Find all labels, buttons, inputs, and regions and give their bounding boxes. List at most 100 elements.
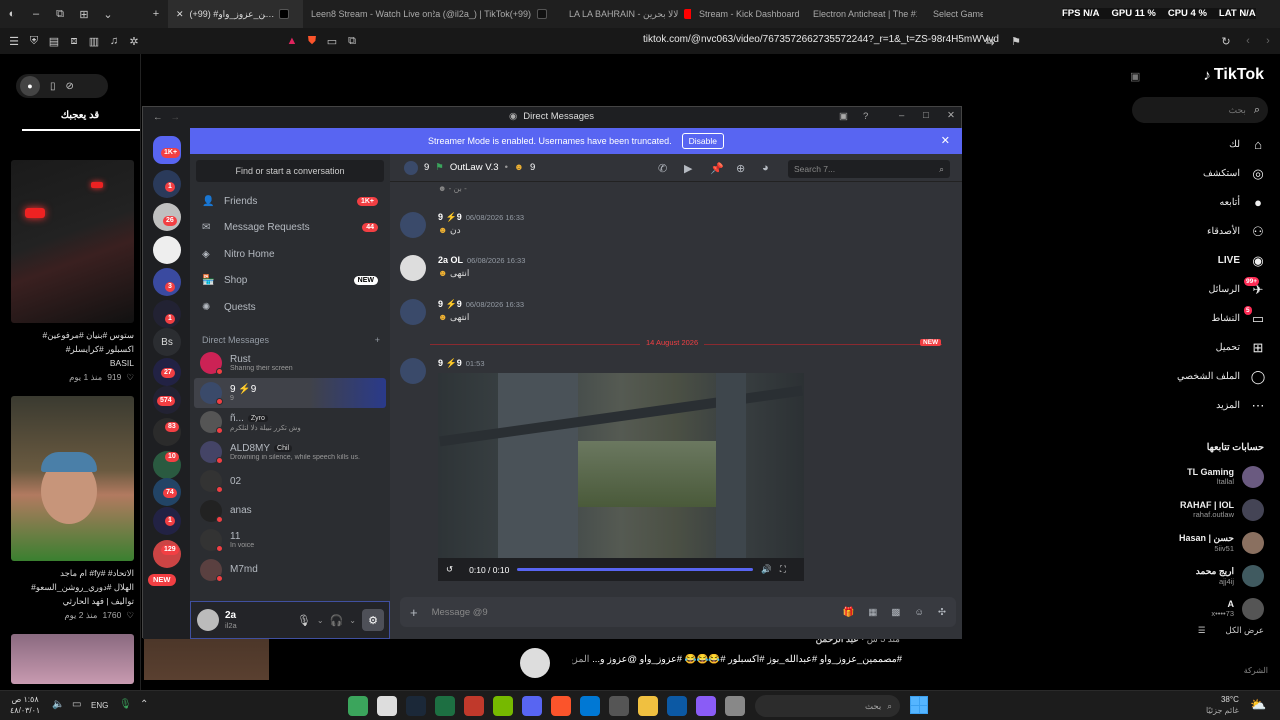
add-attachment-icon[interactable]: +: [410, 605, 418, 620]
sidebar-item-activity[interactable]: النشاط ▭ 5: [1120, 304, 1280, 333]
settings-gear-icon[interactable]: ⚙: [362, 609, 384, 631]
apps-icon[interactable]: ✣: [938, 607, 946, 618]
gif-icon[interactable]: ▦: [868, 607, 877, 618]
dm-item[interactable]: ñ... Zyro وش تكرر نبيلة ذلا لتلكرم: [190, 408, 390, 438]
call-icon[interactable]: ✆: [658, 162, 667, 175]
recommended-tab[interactable]: قد يعجبك: [20, 110, 140, 121]
dm-item[interactable]: 11 In voice: [190, 526, 390, 556]
minimize-icon[interactable]: –: [899, 110, 904, 121]
profile-icon[interactable]: ◕: [762, 162, 769, 174]
back-arrow-icon[interactable]: ←: [153, 112, 163, 123]
video-thumbnail[interactable]: [11, 396, 134, 561]
reading-list-icon[interactable]: ⧈: [64, 31, 84, 51]
dm-nav-shop[interactable]: 🏪 Shop NEW: [190, 268, 390, 295]
search-input[interactable]: بحث ⌕: [1132, 97, 1268, 123]
clock[interactable]: ١:٥٨ ص ٤٨/٠٣/٠١: [10, 694, 40, 716]
dm-item[interactable]: M7md: [190, 555, 390, 585]
mic-tray-icon[interactable]: 🎙: [119, 699, 132, 710]
forward-icon[interactable]: ›: [1258, 31, 1278, 51]
app-menu-icon[interactable]: ◐: [0, 4, 24, 24]
emoji-picker-icon[interactable]: ☺: [914, 607, 924, 618]
tab-electron[interactable]: Electron Anticheat | The #1 Fi: [805, 0, 925, 28]
dm-nav-friends[interactable]: 👤 Friends 1K+: [190, 188, 390, 215]
microphone-icon[interactable]: 🎙: [297, 614, 311, 627]
following-account[interactable]: اريج محمد ajj4ij: [1120, 559, 1280, 592]
tab-youtube[interactable]: LA LA BAHRAIN - لالا بحرين: [561, 0, 691, 28]
sidebar-item-home[interactable]: لك ⌂: [1120, 130, 1280, 159]
server-icon-text[interactable]: Bs: [153, 328, 181, 356]
message-input[interactable]: + Message @9 🎁 ▦ ▩ ☺ ✣: [400, 597, 956, 627]
back-icon[interactable]: ‹: [1238, 31, 1258, 51]
video-thumbnail[interactable]: [11, 634, 134, 684]
forward-arrow-icon[interactable]: →: [171, 112, 181, 123]
nvidia-icon[interactable]: [493, 696, 513, 716]
maximize-icon[interactable]: □: [923, 110, 929, 121]
app-red-icon[interactable]: [464, 696, 484, 716]
sidebar-item-live[interactable]: LIVE ◉: [1120, 246, 1280, 275]
disable-button[interactable]: Disable: [681, 133, 724, 149]
close-banner-icon[interactable]: ✕: [941, 134, 950, 147]
tab-tiktok-profile[interactable]: 2a (@il2a_) | TikTok(+99): [433, 0, 561, 28]
tiktok-logo[interactable]: ♪ TikTok: [1203, 66, 1264, 84]
brave-rewards-icon[interactable]: ▲: [282, 31, 302, 51]
add-friends-icon[interactable]: ⊕: [736, 162, 745, 175]
more-link[interactable]: المزيد: [572, 654, 589, 665]
tray-overflow-icon[interactable]: ⌃: [140, 699, 148, 710]
bookmark-icon[interactable]: ⚑: [1006, 31, 1026, 51]
language-indicator[interactable]: ENG: [91, 701, 108, 710]
explorer-icon[interactable]: [638, 696, 658, 716]
tabs-overview-icon[interactable]: ⊞: [72, 4, 96, 24]
user-avatar[interactable]: [197, 609, 219, 631]
following-account[interactable]: Hasan | حسن 5iiv51: [1120, 526, 1280, 559]
search-icon[interactable]: ⌕: [1254, 104, 1260, 117]
dm-item[interactable]: 9 ⚡9 9: [194, 378, 386, 408]
company-link[interactable]: الشركة: [1244, 666, 1268, 675]
tab-restore-icon[interactable]: ⧉: [48, 4, 72, 24]
video-author[interactable]: BASIL: [4, 356, 134, 370]
following-account[interactable]: RAHAF | IOL rahaf.outlaw: [1120, 493, 1280, 526]
screenshot-icon[interactable]: ⧉: [342, 31, 362, 51]
discord-icon[interactable]: [522, 696, 542, 716]
avatar[interactable]: [400, 255, 426, 281]
url-field[interactable]: tiktok.com/@nvc063/video/767357266273557…: [643, 34, 999, 45]
close-tab-icon[interactable]: ✕: [176, 9, 184, 20]
start-button[interactable]: [910, 696, 928, 714]
dm-nav-quests[interactable]: ✺ Quests: [190, 294, 390, 321]
server-icon[interactable]: [153, 236, 181, 264]
dm-nav-nitro-home[interactable]: ◈ Nitro Home: [190, 241, 390, 268]
headphones-icon[interactable]: 🎧: [330, 614, 344, 627]
hamburger-menu-icon[interactable]: ☰: [4, 31, 24, 51]
chat-search-input[interactable]: Search 7... ⌕: [788, 160, 950, 178]
shield-icon[interactable]: ⛨: [24, 31, 44, 51]
sidebar-item-upload[interactable]: تحميل ⊞: [1120, 333, 1280, 362]
sticker-icon[interactable]: ▩: [891, 607, 900, 618]
close-window-icon[interactable]: ✕: [947, 110, 955, 121]
dm-item[interactable]: 02: [190, 467, 390, 497]
video-progress-bar[interactable]: [517, 568, 754, 571]
minimize-window-icon[interactable]: –: [24, 4, 48, 24]
tab-kick-dashboard[interactable]: Stream - Kick Dashboard: [691, 0, 805, 28]
reload-icon[interactable]: ↻: [1216, 31, 1236, 51]
avatar[interactable]: [400, 358, 426, 384]
speaker-icon[interactable]: 🔈: [52, 699, 64, 710]
see-all-link[interactable]: ☰ عرض الكل: [1198, 625, 1264, 636]
dm-item[interactable]: ALD8MY Chil Drowning in silence, while spe…: [190, 437, 390, 467]
inbox-icon[interactable]: ▣: [839, 111, 848, 122]
pin-icon[interactable]: 📌: [710, 162, 724, 175]
sidebar-item-friends[interactable]: الأصدقاء ⚇: [1120, 217, 1280, 246]
obs-icon[interactable]: [377, 696, 397, 716]
help-icon[interactable]: ?: [863, 111, 868, 122]
volume-icon[interactable]: 🔊: [761, 564, 772, 575]
copilot-icon[interactable]: [696, 696, 716, 716]
following-account[interactable]: TL Gaming ltallal: [1120, 460, 1280, 493]
taskview-icon[interactable]: [725, 696, 745, 716]
music-icon[interactable]: ♫: [104, 31, 124, 51]
sidebar-item-following[interactable]: أتابعه ●: [1120, 188, 1280, 217]
chevron-down-icon[interactable]: ⌄: [349, 616, 356, 625]
weather-widget[interactable]: 38°C غائم جزئيًا: [1206, 694, 1239, 716]
following-account[interactable]: Ax••••73: [1120, 592, 1280, 625]
conversation-search[interactable]: Find or start a conversation: [196, 160, 384, 182]
excel-icon[interactable]: [435, 696, 455, 716]
video-thumbnail[interactable]: [11, 160, 134, 323]
avatar[interactable]: [520, 648, 550, 678]
